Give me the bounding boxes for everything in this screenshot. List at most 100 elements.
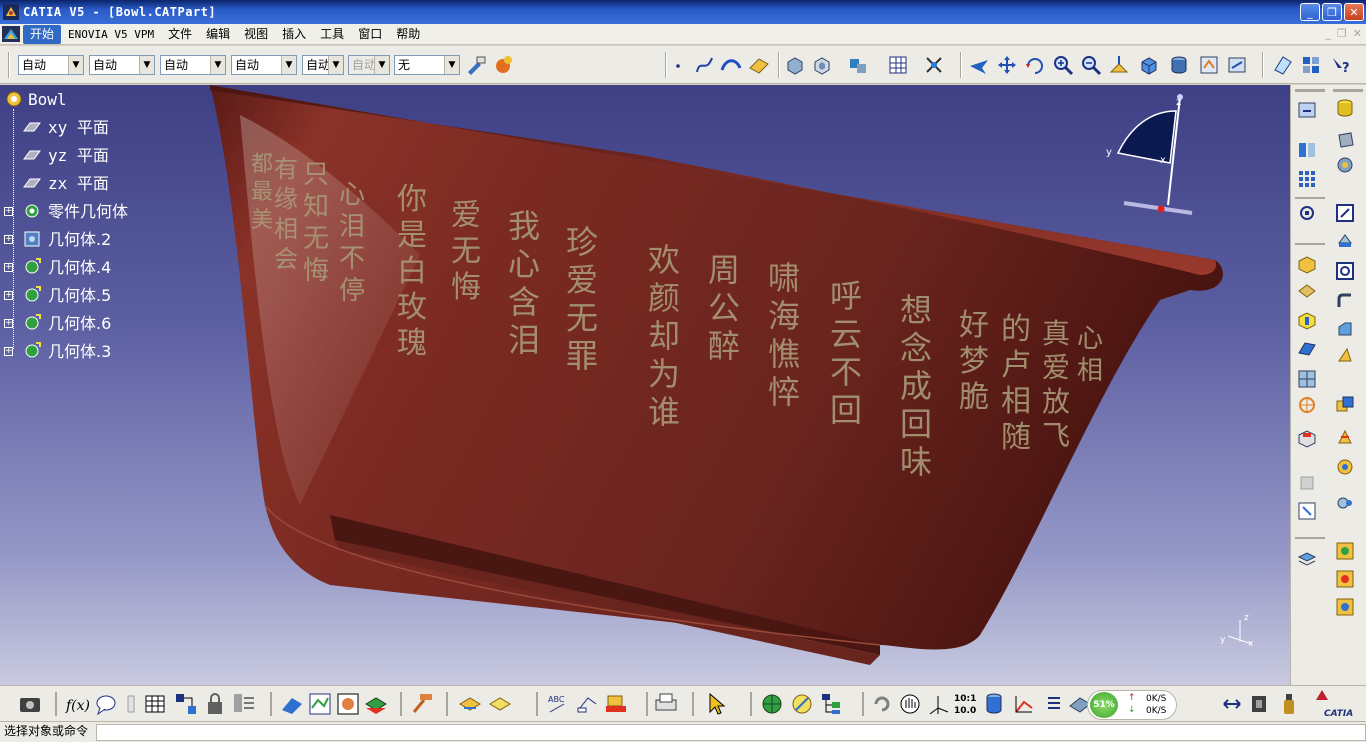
- hide-show-icon[interactable]: [1198, 54, 1220, 76]
- knowledge-icon[interactable]: [127, 695, 135, 713]
- plane-icon[interactable]: [22, 145, 42, 165]
- spline-icon[interactable]: [694, 54, 716, 76]
- tree-item-body-3[interactable]: 几何体.3: [48, 341, 111, 363]
- tree-item-zx-plane[interactable]: zx 平面: [48, 173, 109, 195]
- swap-space-icon[interactable]: [1226, 54, 1248, 76]
- doc-minimize-button[interactable]: _: [1325, 27, 1331, 40]
- body-icon[interactable]: [22, 229, 42, 249]
- help-icon[interactable]: ?: [1330, 54, 1352, 76]
- zoom-in-icon[interactable]: [1052, 54, 1074, 76]
- tree-item-part-body[interactable]: 零件几何体: [48, 201, 128, 223]
- sweep-icon[interactable]: [720, 54, 742, 76]
- relations-icon[interactable]: [176, 694, 196, 714]
- tree-item-xy-plane[interactable]: xy 平面: [48, 117, 109, 139]
- transparency-combo[interactable]: 自动 ▼: [89, 55, 155, 75]
- color-combo[interactable]: 自动 ▼: [18, 55, 84, 75]
- edit-graph-icon[interactable]: [1015, 696, 1033, 713]
- point-type-combo[interactable]: 自动 ▼: [302, 55, 344, 75]
- toolbar-grip[interactable]: [8, 52, 10, 78]
- iso-view-icon[interactable]: [1138, 54, 1160, 76]
- chevron-down-icon[interactable]: ▼: [68, 56, 83, 74]
- photo-icon[interactable]: [337, 693, 359, 715]
- body-gear-icon[interactable]: [22, 341, 42, 361]
- hierarchy-icon[interactable]: [822, 694, 840, 714]
- minimize-button[interactable]: _: [1300, 3, 1320, 21]
- body-gear-icon[interactable]: [22, 257, 42, 277]
- expand-toggle[interactable]: +: [4, 291, 13, 300]
- map-icon[interactable]: [309, 693, 331, 715]
- part-body-gear-icon[interactable]: [22, 201, 42, 221]
- body-gear-icon[interactable]: [22, 285, 42, 305]
- menu-enovia[interactable]: ENOVIA V5 VPM: [61, 25, 161, 44]
- bowl-model[interactable]: 心泪不停只知无悔有缘相会都最美你是白玫瑰爱无悔我心含泪珍爱无罪欢颜却为谁周公醉啸…: [0, 85, 1290, 685]
- format-painter-icon[interactable]: [465, 54, 487, 76]
- 3d-viewport[interactable]: 心泪不停 只知无悔 有缘相会 都最美 你是白玫瑰 爱无悔 我心含泪 珍爱无罪 欢颜却为谁 周公醉啸…: [0, 85, 1290, 685]
- assembly-icon[interactable]: [847, 54, 869, 76]
- expand-toggle[interactable]: +: [4, 347, 13, 356]
- command-input[interactable]: [96, 724, 1366, 741]
- chevron-down-icon[interactable]: ▼: [328, 56, 343, 74]
- select-cursor-icon[interactable]: [709, 692, 726, 715]
- part-icon[interactable]: [4, 89, 24, 109]
- render-style-icon[interactable]: [1168, 54, 1190, 76]
- line-thickness-combo[interactable]: 自动 ▼: [160, 55, 226, 75]
- doc-restore-button[interactable]: ❐: [1337, 27, 1347, 40]
- tree-item-body-5[interactable]: 几何体.5: [48, 285, 111, 307]
- cylinder-db-icon[interactable]: [986, 693, 1002, 714]
- pencil-edit-icon[interactable]: [792, 694, 812, 714]
- close-button[interactable]: ✕: [1344, 3, 1364, 21]
- zoom-out-icon[interactable]: [1080, 54, 1102, 76]
- bottle-icon[interactable]: [1284, 694, 1294, 714]
- tree-item-yz-plane[interactable]: yz 平面: [48, 145, 109, 167]
- tree-root-bowl[interactable]: Bowl: [28, 89, 67, 111]
- tree-item-body-4[interactable]: 几何体.4: [48, 257, 111, 279]
- comment-icon[interactable]: [96, 695, 116, 716]
- compass-widget[interactable]: y x z: [1106, 94, 1193, 215]
- tree-item-body-6[interactable]: 几何体.6: [48, 313, 111, 335]
- pocket-icon[interactable]: [811, 54, 833, 76]
- product-icon[interactable]: [606, 695, 626, 712]
- chevron-down-icon[interactable]: ▼: [444, 56, 459, 74]
- catia-app-icon[interactable]: [3, 4, 19, 20]
- plm-icon[interactable]: [1223, 699, 1241, 709]
- restore-button[interactable]: ❐: [1322, 3, 1342, 21]
- update-icon[interactable]: [874, 696, 890, 712]
- hand-icon[interactable]: [900, 694, 920, 714]
- point-icon[interactable]: [670, 54, 692, 76]
- menu-file[interactable]: 文件: [161, 25, 199, 44]
- design-table-icon[interactable]: [145, 695, 165, 713]
- export-icon[interactable]: [1252, 696, 1266, 712]
- chevron-down-icon[interactable]: ▼: [281, 56, 296, 74]
- graphic-properties-icon[interactable]: [493, 54, 515, 76]
- body-gear-icon[interactable]: [22, 313, 42, 333]
- plane-icon[interactable]: [22, 173, 42, 193]
- expand-toggle[interactable]: +: [4, 319, 13, 328]
- expand-toggle[interactable]: +: [4, 235, 13, 244]
- menu-help[interactable]: 帮助: [389, 25, 427, 44]
- formula-icon[interactable]: f(x): [65, 698, 90, 714]
- text-annotation-icon[interactable]: ABC: [548, 695, 565, 713]
- menu-view[interactable]: 视图: [237, 25, 275, 44]
- tree-item-body-2[interactable]: 几何体.2: [48, 229, 111, 251]
- list-icon[interactable]: [1048, 697, 1060, 709]
- menu-start[interactable]: 开始: [23, 24, 62, 44]
- annotation-icon[interactable]: [459, 697, 481, 711]
- workbench-menu-icon[interactable]: [2, 26, 20, 42]
- printer-icon[interactable]: [655, 693, 677, 711]
- globe-icon[interactable]: [762, 694, 782, 714]
- sketch-icon[interactable]: [1272, 54, 1294, 76]
- table-icon[interactable]: [887, 54, 909, 76]
- line-type-combo[interactable]: 自动 ▼: [231, 55, 297, 75]
- menu-tools[interactable]: 工具: [313, 25, 351, 44]
- flag-note-icon[interactable]: [577, 697, 597, 713]
- pad-icon[interactable]: [784, 54, 806, 76]
- book-icon[interactable]: [365, 697, 387, 714]
- expand-toggle[interactable]: +: [4, 207, 13, 216]
- plane-icon[interactable]: [22, 117, 42, 137]
- menu-window[interactable]: 窗口: [351, 25, 389, 44]
- chevron-down-icon[interactable]: ▼: [139, 56, 154, 74]
- constraint-icon[interactable]: [923, 54, 945, 76]
- rotate-icon[interactable]: [1024, 54, 1046, 76]
- layer-combo[interactable]: 无 ▼: [394, 55, 460, 75]
- view-annotation-icon[interactable]: [489, 697, 511, 711]
